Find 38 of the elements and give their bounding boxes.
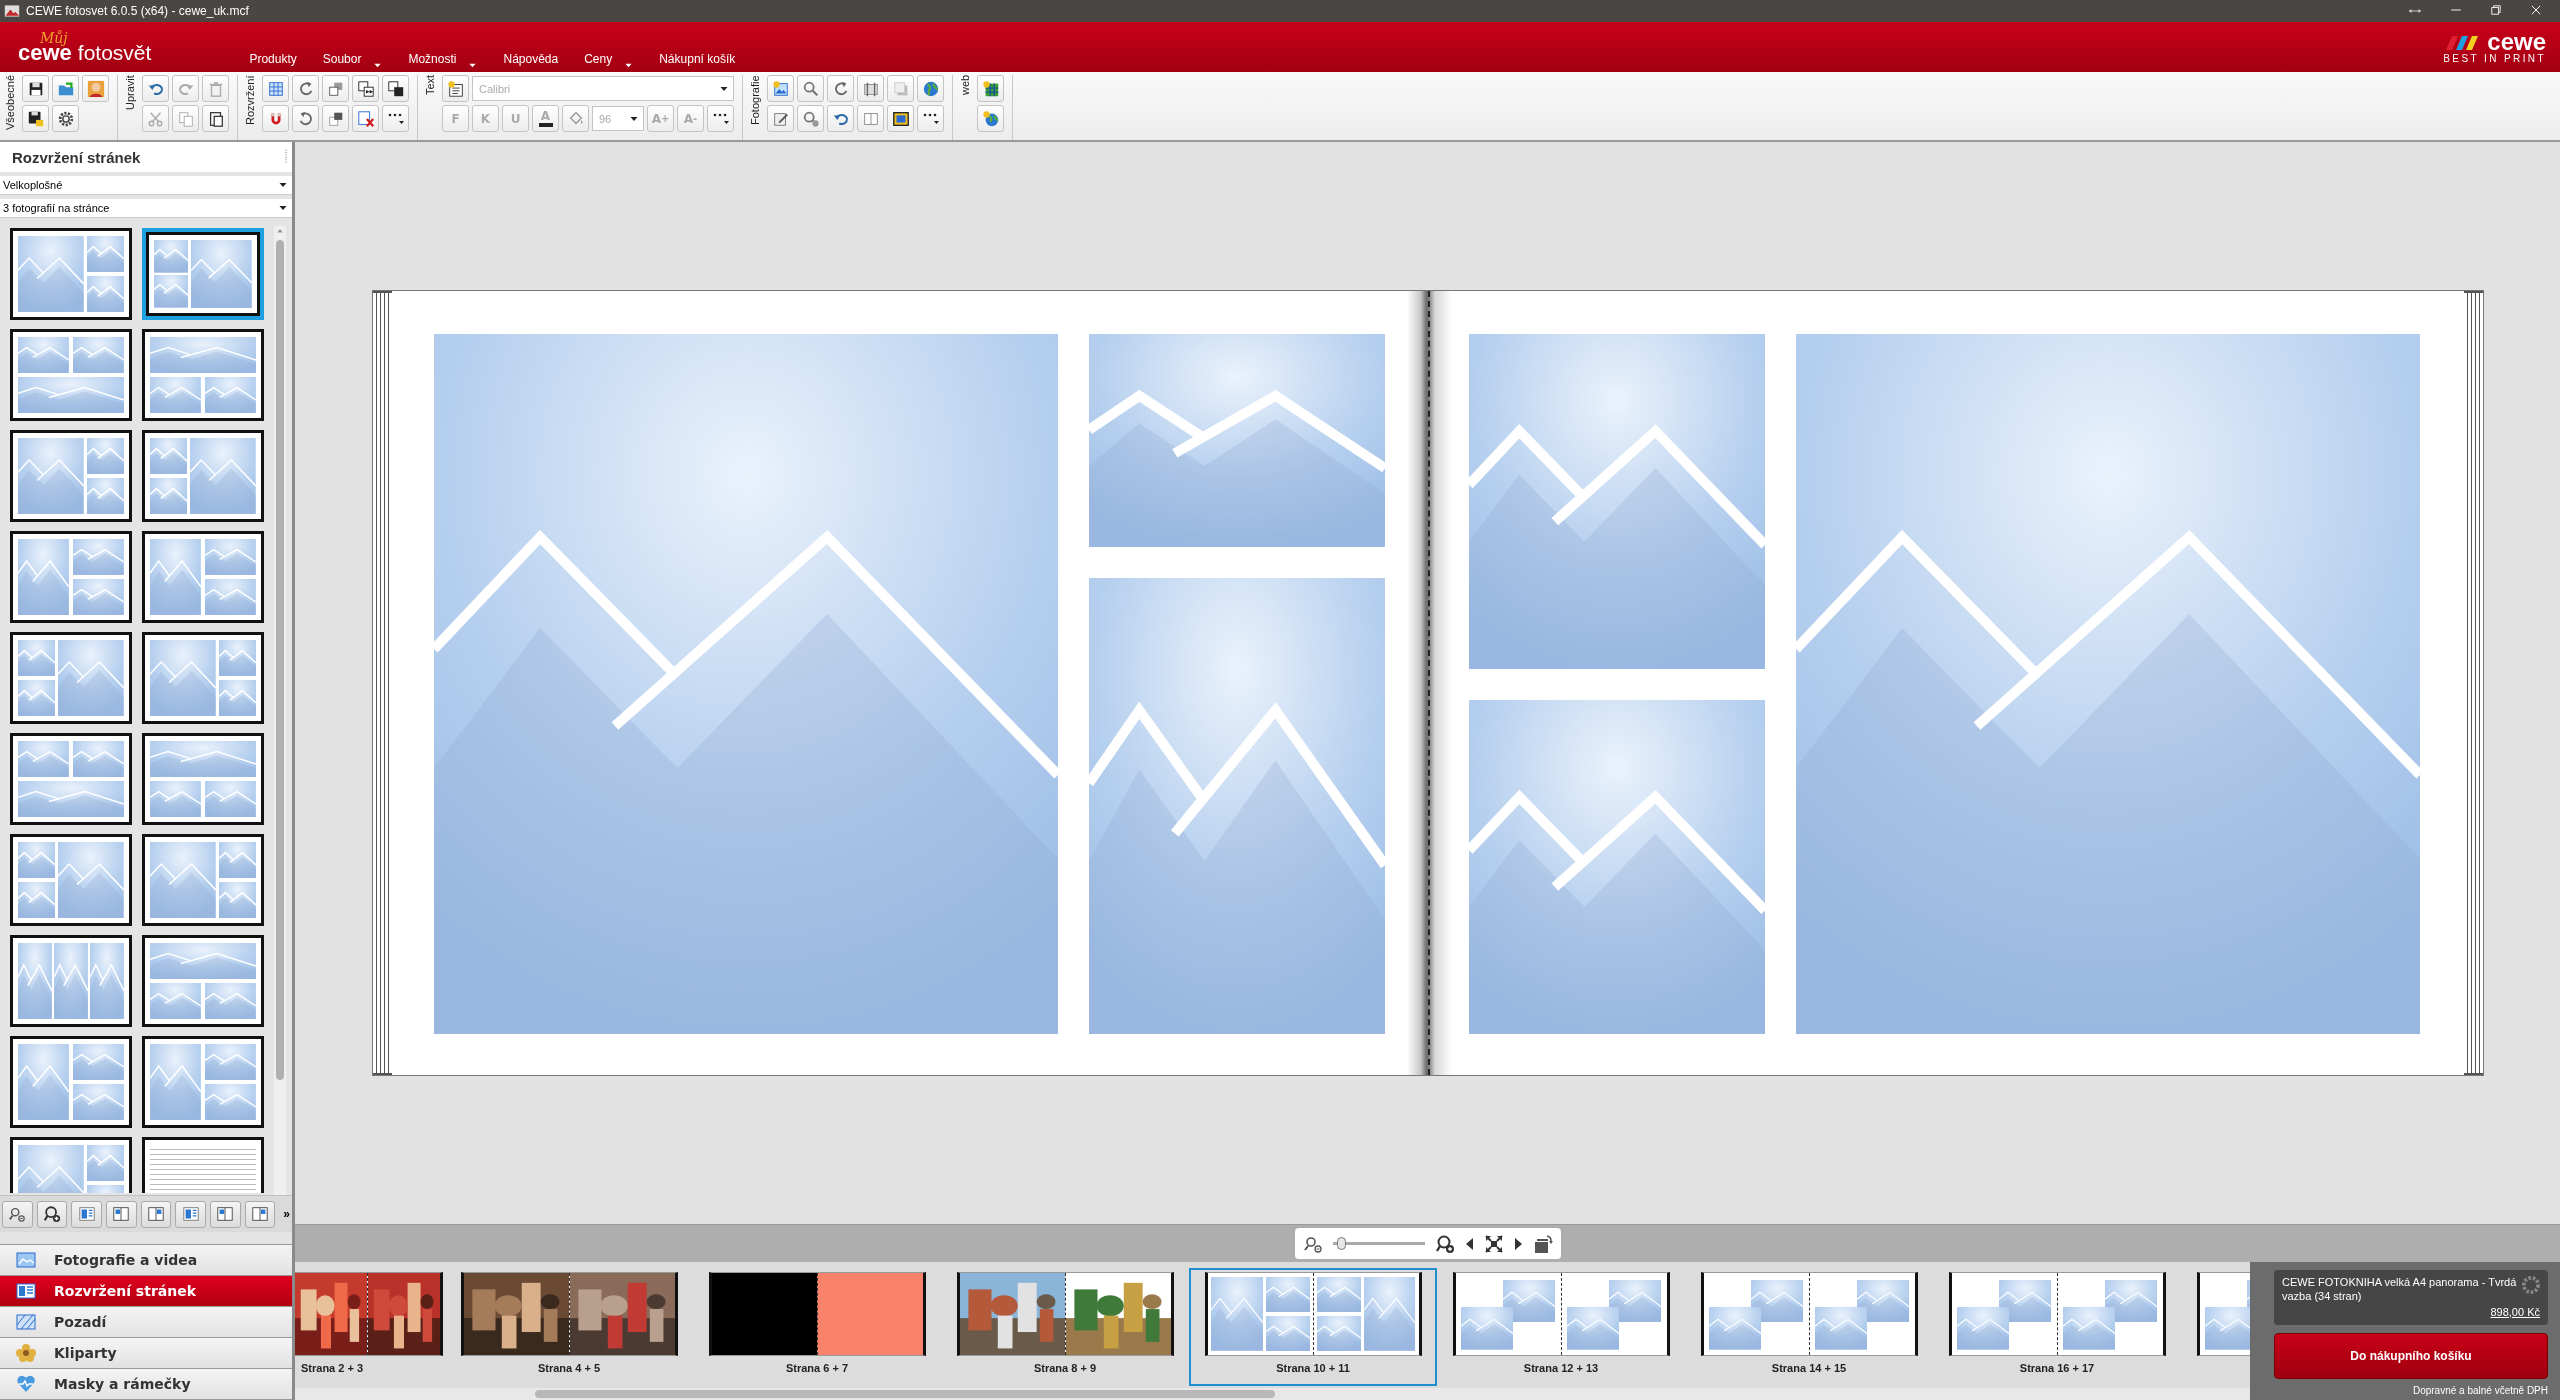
spread-label: Strana 8 + 9 — [1033, 1362, 1097, 1374]
group-label: Upravit — [124, 75, 136, 112]
brand-name: cewe — [2487, 30, 2546, 54]
menu-item[interactable]: Soubor — [322, 52, 383, 66]
menu-item[interactable]: Možnosti — [408, 52, 478, 66]
page-spread-thumbnail[interactable]: Strana 10 + 11 — [1189, 1268, 1437, 1386]
window-title: CEWE fotosvet 6.0.5 (x64) - cewe_uk.mcf — [26, 4, 250, 18]
panel-title: Rozvržení stránek — [12, 148, 141, 166]
more-button[interactable]: » — [283, 1207, 290, 1221]
logo-product: fotosvět — [77, 41, 152, 63]
brand-tagline: BEST IN PRINT — [2443, 54, 2546, 64]
nav-item[interactable]: Kliparty — [0, 1338, 292, 1369]
spread-label: Strana 12 + 13 — [1523, 1362, 1599, 1374]
menu-item[interactable]: Nákupní košík — [659, 52, 736, 66]
group-label: Fotografie — [749, 75, 761, 127]
spread-label: Strana 14 + 15 — [1771, 1362, 1847, 1374]
spread-label: Strana 4 + 5 — [537, 1362, 601, 1374]
nav-item[interactable]: Pozadí — [0, 1307, 292, 1338]
group-label: web — [959, 75, 971, 98]
menu-item[interactable]: Produkty — [249, 52, 297, 66]
menu-item[interactable]: Nápověda — [503, 52, 559, 66]
group-label: Text — [424, 75, 436, 98]
add-to-cart-button[interactable]: Do nákupního košíku — [2274, 1333, 2548, 1379]
nav-item[interactable]: Masky a rámečky — [0, 1369, 292, 1400]
spread-label: Strana 2 + 3 — [301, 1362, 364, 1374]
filter-dropdown[interactable]: 3 fotografií na stránce — [0, 199, 292, 218]
spread-label: Strana 16 + 17 — [2019, 1362, 2095, 1374]
spread-label: Strana 6 + 7 — [785, 1362, 849, 1374]
shipping-note: Dopravné a balné včetně DPH — [2411, 1385, 2548, 1396]
group-label: Rozvržení — [244, 75, 256, 127]
nav-item[interactable]: Fotografie a videa — [0, 1245, 292, 1276]
nav-item[interactable]: Rozvržení stránek — [0, 1276, 292, 1307]
group-label: Všeobecné — [4, 75, 16, 133]
spread-label: Strana 10 + 11 — [1276, 1362, 1350, 1374]
menu-item[interactable]: Ceny — [584, 52, 634, 66]
filter-dropdown[interactable]: Velkoplošné — [0, 176, 292, 195]
product-price[interactable]: 898,00 Kč — [2282, 1305, 2540, 1320]
product-name: CEWE FOTOKNIHA velká A4 panorama - Tvrdá vazba (34 stran) — [2282, 1276, 2517, 1302]
